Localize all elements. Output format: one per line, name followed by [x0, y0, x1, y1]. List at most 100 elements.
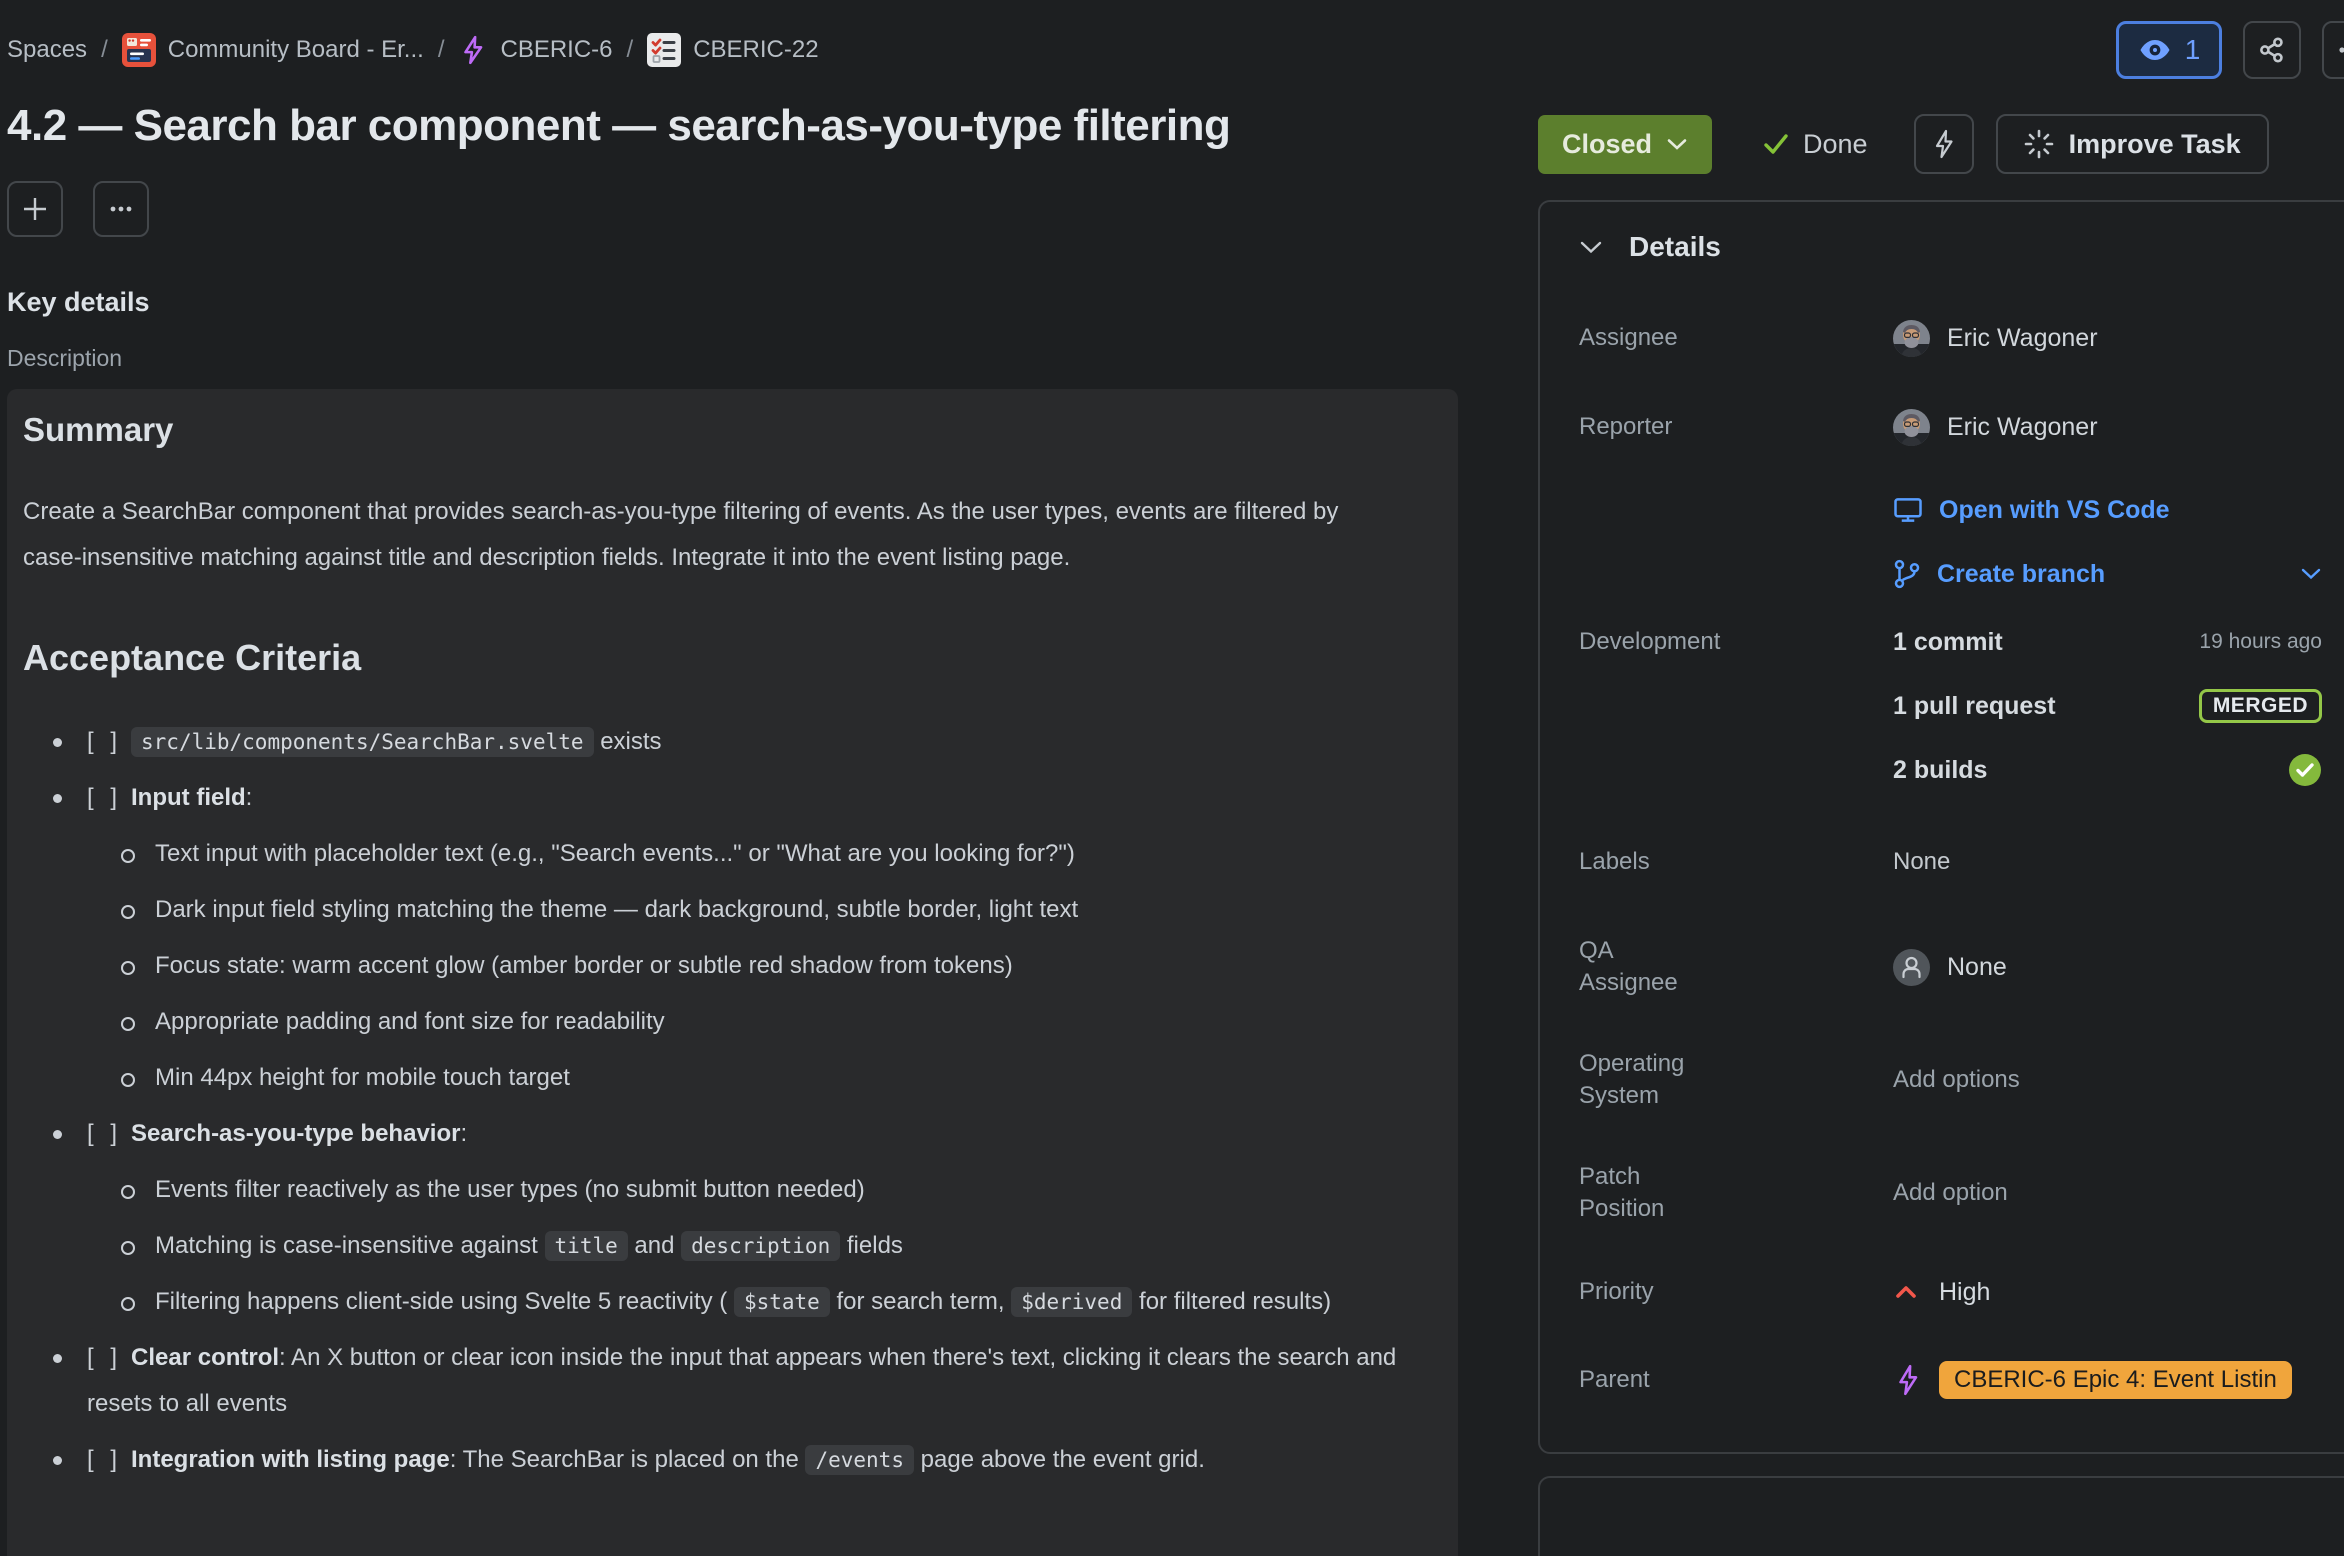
criteria-text: [ ]Integration with listing page: The Se…	[87, 1437, 1205, 1483]
create-branch-link[interactable]: Create branch	[1893, 559, 2105, 589]
code-chip: $derived	[1011, 1287, 1132, 1317]
check-icon	[1762, 132, 1790, 156]
share-button[interactable]	[2243, 21, 2301, 79]
main-content: 4.2 — Search bar component — search-as-y…	[7, 100, 1458, 1556]
commit-link[interactable]: 1 commit	[1893, 628, 2003, 657]
open-vscode-link[interactable]: Open with VS Code	[1893, 496, 2170, 525]
criteria-item: Focus state: warm accent glow (amber bor…	[23, 943, 1438, 989]
checkbox-marker: [ ]	[87, 1120, 122, 1147]
pull-request-link[interactable]: 1 pull request	[1893, 692, 2056, 721]
criteria-bold-text: Clear control	[131, 1344, 279, 1371]
more-fields-panel[interactable]: More fields Original estimate, Time trac…	[1538, 1476, 2344, 1556]
labels-value[interactable]: None	[1893, 848, 1950, 876]
field-row-parent: Parent CBERIC-6 Epic 4: Event Listin	[1579, 1353, 2322, 1407]
parent-label: Parent	[1579, 1364, 1893, 1396]
breadcrumb-project-label: Community Board - Er...	[168, 36, 424, 64]
bullet-icon	[51, 1335, 87, 1427]
right-sidebar: Closed Done	[1538, 114, 2344, 1556]
criteria-plain-text: Dark input field styling matching the th…	[155, 896, 1078, 923]
criteria-item: [ ]src/lib/components/SearchBar.svelte e…	[23, 719, 1438, 765]
criteria-text: [ ]Input field:	[87, 775, 252, 821]
checkbox-marker: [ ]	[87, 728, 122, 755]
criteria-text: Min 44px height for mobile touch target	[155, 1055, 570, 1101]
merged-badge: MERGED	[2199, 689, 2322, 723]
assignee-label: Assignee	[1579, 322, 1893, 354]
acceptance-criteria-heading: Acceptance Criteria	[23, 637, 1438, 679]
operating-system-value[interactable]: Add options	[1893, 1066, 2020, 1094]
circle-bullet-icon	[119, 831, 155, 877]
description-label: Description	[7, 345, 1458, 372]
commit-time: 19 hours ago	[2199, 630, 2322, 654]
parent-epic-pill[interactable]: CBERIC-6 Epic 4: Event Listin	[1939, 1361, 2292, 1399]
field-row-operating-system: Operating System Add options	[1579, 1048, 2322, 1112]
qa-assignee-value[interactable]: None	[1893, 949, 2322, 986]
reporter-value[interactable]: Eric Wagoner	[1893, 409, 2322, 446]
done-action[interactable]: Done	[1762, 129, 1868, 160]
automation-button[interactable]	[1914, 114, 1974, 174]
breadcrumb-project[interactable]: Community Board - Er...	[122, 33, 424, 67]
builds-link[interactable]: 2 builds	[1893, 756, 1987, 785]
status-dropdown[interactable]: Closed	[1538, 115, 1712, 174]
sparkle-icon	[2024, 129, 2054, 159]
ellipsis-icon	[2338, 37, 2344, 63]
qa-assignee-name: None	[1947, 953, 2007, 982]
criteria-plain-text: Appropriate padding and font size for re…	[155, 1008, 665, 1035]
improve-task-button[interactable]: Improve Task	[1996, 114, 2269, 174]
criteria-plain-text: and	[628, 1232, 681, 1259]
criteria-plain-text: : The SearchBar is placed on the	[450, 1446, 806, 1473]
more-button[interactable]	[2322, 21, 2344, 79]
build-success-icon	[2288, 753, 2322, 787]
improve-task-label: Improve Task	[2069, 129, 2241, 160]
field-row-builds: 2 builds	[1579, 743, 2322, 797]
more-actions-button[interactable]	[93, 181, 149, 237]
criteria-item: Events filter reactively as the user typ…	[23, 1167, 1438, 1213]
criteria-text: Dark input field styling matching the th…	[155, 887, 1078, 933]
criteria-plain-text: for search term,	[830, 1288, 1011, 1315]
development-label: Development	[1579, 626, 1893, 658]
priority-high-icon	[1893, 1282, 1919, 1302]
priority-name: High	[1939, 1278, 1990, 1307]
bullet-icon	[51, 775, 87, 821]
header-actions: 1	[2116, 21, 2344, 79]
description-panel[interactable]: Summary Create a SearchBar component tha…	[7, 389, 1458, 1556]
criteria-plain-text: Min 44px height for mobile touch target	[155, 1064, 570, 1091]
share-icon	[2259, 37, 2285, 63]
breadcrumb-separator: /	[101, 36, 108, 64]
field-row-pull-request: 1 pull request MERGED	[1579, 679, 2322, 733]
add-button[interactable]	[7, 181, 63, 237]
person-placeholder-icon	[1893, 949, 1930, 986]
create-branch-label: Create branch	[1937, 560, 2105, 589]
details-header[interactable]: Details	[1579, 231, 2322, 263]
done-label: Done	[1803, 129, 1868, 160]
field-row-labels: Labels None	[1579, 846, 2322, 878]
breadcrumb-task[interactable]: CBERIC-22	[647, 33, 818, 67]
field-row-assignee: Assignee Eric Wagoner	[1579, 311, 2322, 365]
criteria-plain-text: page above the event grid.	[914, 1446, 1205, 1473]
criteria-list: [ ]src/lib/components/SearchBar.svelte e…	[23, 719, 1438, 1483]
circle-bullet-icon	[119, 1055, 155, 1101]
criteria-plain-text: :	[460, 1120, 467, 1147]
chevron-down-icon	[1666, 137, 1688, 151]
bullet-icon	[51, 1111, 87, 1157]
chevron-down-icon[interactable]	[2300, 567, 2322, 581]
patch-position-value[interactable]: Add option	[1893, 1179, 2008, 1207]
operating-system-label: Operating System	[1579, 1048, 1893, 1112]
plus-icon	[20, 194, 50, 224]
field-row-priority: Priority High	[1579, 1270, 2322, 1314]
code-chip: /events	[805, 1445, 914, 1475]
field-row-vscode: Open with VS Code	[1579, 488, 2322, 532]
assignee-name: Eric Wagoner	[1947, 324, 2098, 353]
criteria-item: Min 44px height for mobile touch target	[23, 1055, 1438, 1101]
qa-assignee-label: QA Assignee	[1579, 935, 1893, 999]
priority-value[interactable]: High	[1893, 1278, 2322, 1307]
epic-lightning-icon	[1893, 1364, 1923, 1396]
criteria-text: Matching is case-insensitive against tit…	[155, 1223, 903, 1269]
breadcrumb-separator: /	[438, 36, 445, 64]
breadcrumb-epic[interactable]: CBERIC-6	[458, 35, 612, 65]
criteria-plain-text: :	[246, 784, 253, 811]
watch-button[interactable]: 1	[2116, 21, 2222, 79]
key-details-heading: Key details	[7, 287, 1458, 318]
breadcrumb-spaces[interactable]: Spaces	[7, 36, 87, 64]
breadcrumb-spaces-label: Spaces	[7, 36, 87, 64]
assignee-value[interactable]: Eric Wagoner	[1893, 320, 2322, 357]
